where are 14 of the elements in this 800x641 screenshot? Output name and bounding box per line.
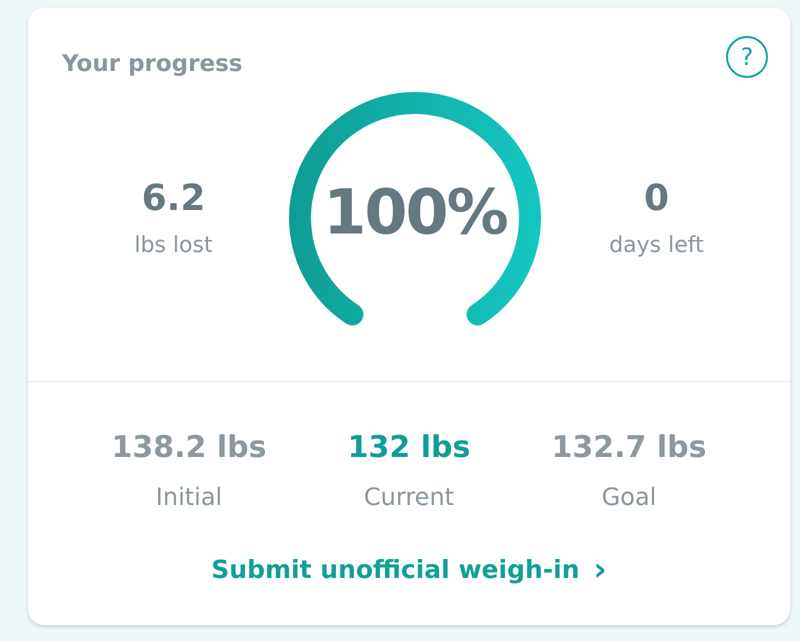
card-title: Your progress	[62, 51, 242, 77]
stat-label: days left	[609, 233, 704, 258]
stat-value: 6.2	[142, 178, 206, 219]
weight-label: Current	[364, 483, 454, 511]
weight-value: 138.2 lbs	[112, 430, 266, 465]
weight-value: 132.7 lbs	[552, 430, 706, 465]
percent-reading: 100%	[323, 176, 507, 249]
weight-label: Initial	[156, 483, 222, 511]
help-button[interactable]: ?	[726, 36, 768, 78]
weight-label: Goal	[602, 483, 656, 511]
weigh-in-link[interactable]: Submit unofficial weigh-in ›	[211, 553, 607, 585]
stat-label: lbs lost	[134, 233, 213, 258]
weight-value: 132 lbs	[348, 430, 470, 465]
stat-value: 0	[644, 178, 670, 219]
